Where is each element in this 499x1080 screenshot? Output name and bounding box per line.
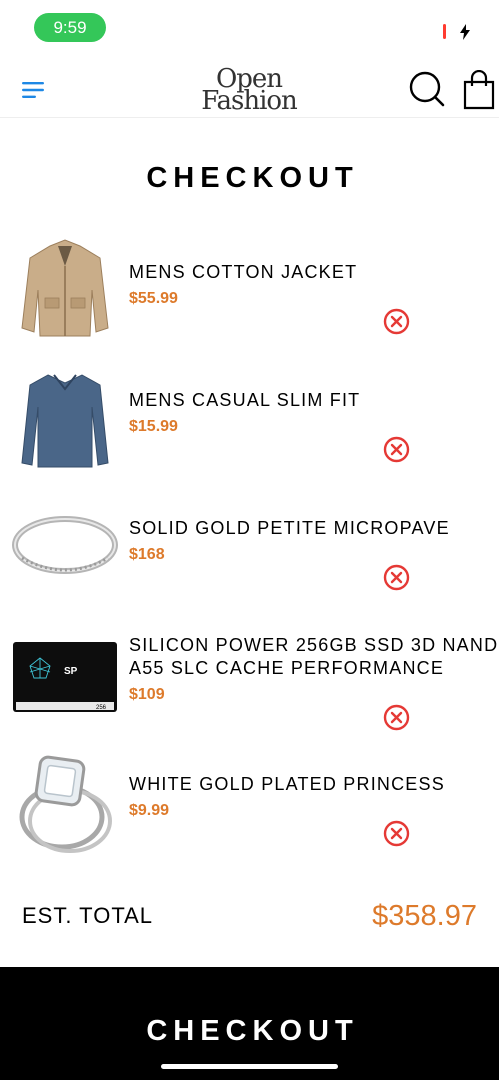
cart-item: SOLID GOLD PETITE MICROPAVE $168 xyxy=(0,492,499,620)
page-title: CHECKOUT xyxy=(146,162,359,194)
product-price: $9.99 xyxy=(129,802,170,819)
remove-item-icon[interactable] xyxy=(383,308,410,335)
product-price: $55.99 xyxy=(129,290,178,307)
remove-item-icon[interactable] xyxy=(383,436,410,463)
recording-indicator xyxy=(443,24,446,39)
cart-item: SP 256 SILICON POWER 256GB SSD 3D NAND A… xyxy=(0,620,499,748)
product-price: $109 xyxy=(129,686,165,703)
status-bar: 9:59 xyxy=(0,0,499,56)
checkout-button[interactable]: CHECKOUT xyxy=(0,967,499,1080)
status-time: 9:59 xyxy=(34,13,106,42)
brand-line-2: Fashion xyxy=(201,86,298,116)
menu-icon[interactable] xyxy=(22,82,46,98)
product-image-shirt[interactable] xyxy=(12,367,118,473)
product-image-jacket[interactable] xyxy=(12,236,118,342)
checkout-button-label: CHECKOUT xyxy=(146,1015,359,1047)
product-name: SILICON POWER 256GB SSD 3D NAND A55 SLC … xyxy=(129,635,499,678)
app-header: Open Fashion xyxy=(0,56,499,118)
product-image-princess-ring[interactable] xyxy=(12,751,118,857)
home-indicator[interactable] xyxy=(161,1064,338,1069)
ssd-brand-text: SP xyxy=(64,666,78,677)
est-total-value: $358.97 xyxy=(372,900,477,932)
product-name: WHITE GOLD PLATED PRINCESS xyxy=(129,774,445,794)
battery-charging-icon xyxy=(460,24,470,40)
product-image-ring[interactable] xyxy=(12,492,118,598)
product-price: $15.99 xyxy=(129,418,178,435)
remove-item-icon[interactable] xyxy=(383,820,410,847)
remove-item-icon[interactable] xyxy=(383,564,410,591)
est-total-label: EST. TOTAL xyxy=(22,903,154,928)
ssd-capacity-text: 256 xyxy=(96,705,107,711)
product-price: $168 xyxy=(129,546,165,563)
shopping-bag-icon[interactable] xyxy=(462,70,496,110)
cart-item: MENS CASUAL SLIM FIT $15.99 xyxy=(0,364,499,492)
cart-item: MENS COTTON JACKET $55.99 xyxy=(0,236,499,364)
brand-logo[interactable]: Open Fashion xyxy=(170,66,328,116)
remove-item-icon[interactable] xyxy=(383,704,410,731)
search-icon[interactable] xyxy=(408,70,446,108)
product-image-ssd[interactable]: SP 256 xyxy=(12,622,118,728)
product-name: MENS COTTON JACKET xyxy=(129,262,358,282)
cart-item: WHITE GOLD PLATED PRINCESS $9.99 xyxy=(0,748,499,876)
product-name: MENS CASUAL SLIM FIT xyxy=(129,390,361,410)
product-name: SOLID GOLD PETITE MICROPAVE xyxy=(129,518,450,538)
